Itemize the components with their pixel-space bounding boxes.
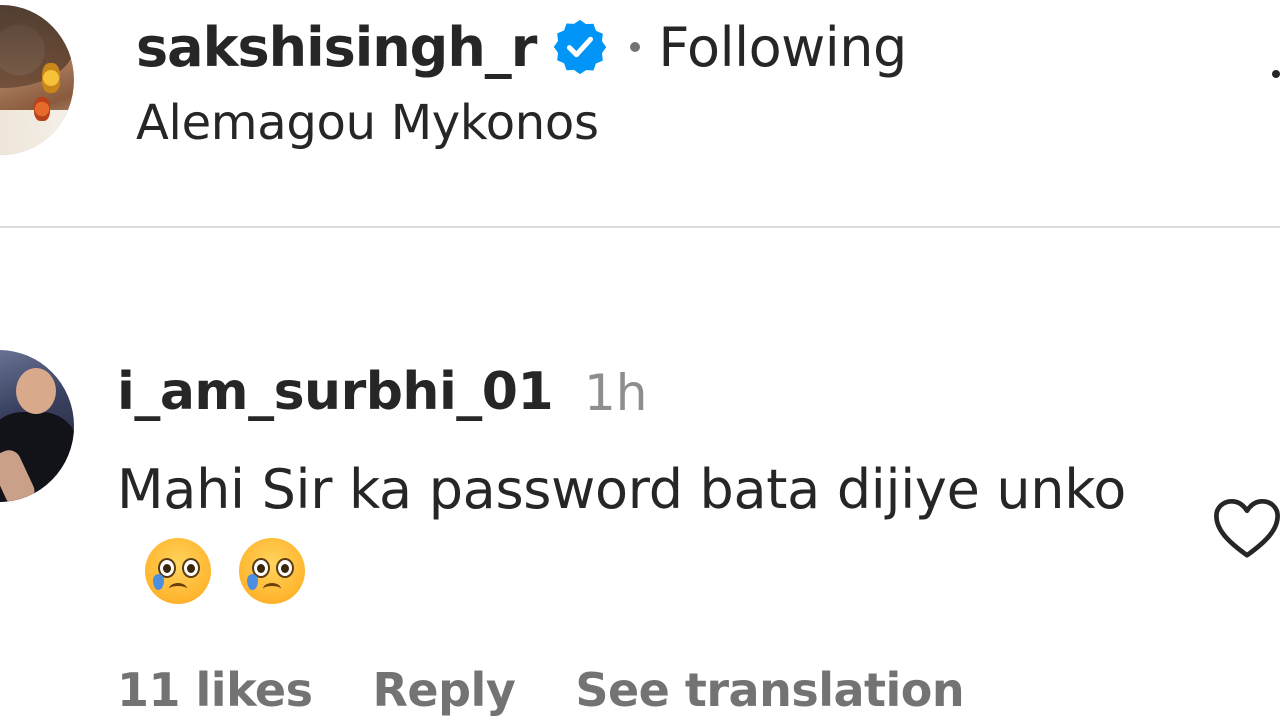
comment-item: i_am_surbhi_01 1h Mahi Sir ka password b… [0, 340, 1280, 720]
following-button[interactable]: Following [658, 16, 907, 79]
heart-outline-icon[interactable] [1212, 496, 1280, 562]
comment-body: Mahi Sir ka password bata dijiye unko [117, 458, 1126, 521]
comment-timestamp[interactable]: 1h [584, 364, 648, 422]
author-username[interactable]: sakshisingh_r [136, 16, 537, 79]
separator-dot [630, 42, 641, 52]
see-translation-button[interactable]: See translation [575, 663, 964, 717]
instagram-post-view: sakshisingh_r Following Alemagou Mykonos… [0, 0, 1280, 720]
more-options-icon[interactable] [1272, 70, 1280, 78]
reply-button[interactable]: Reply [373, 663, 516, 717]
avatar-earring [34, 97, 50, 121]
comment-actions: 11 likes Reply See translation [117, 660, 1024, 720]
author-avatar[interactable] [0, 5, 74, 155]
avatar-face [16, 368, 56, 414]
username-row: sakshisingh_r Following [136, 14, 907, 80]
avatar-earring [42, 63, 60, 93]
crying-face-emoji-icon [239, 538, 305, 604]
post-header: sakshisingh_r Following Alemagou Mykonos [0, 0, 1280, 228]
comment-text: Mahi Sir ka password bata dijiye unko [117, 448, 1157, 616]
comment-likes-count[interactable]: 11 likes [117, 663, 313, 717]
avatar-hair [0, 5, 74, 88]
verified-badge-icon [552, 19, 608, 75]
location-link[interactable]: Alemagou Mykonos [136, 95, 599, 151]
header-divider [0, 226, 1280, 228]
comment-author[interactable]: i_am_surbhi_01 [117, 362, 554, 422]
crying-face-emoji-icon [145, 538, 211, 604]
commenter-avatar[interactable] [0, 350, 74, 502]
